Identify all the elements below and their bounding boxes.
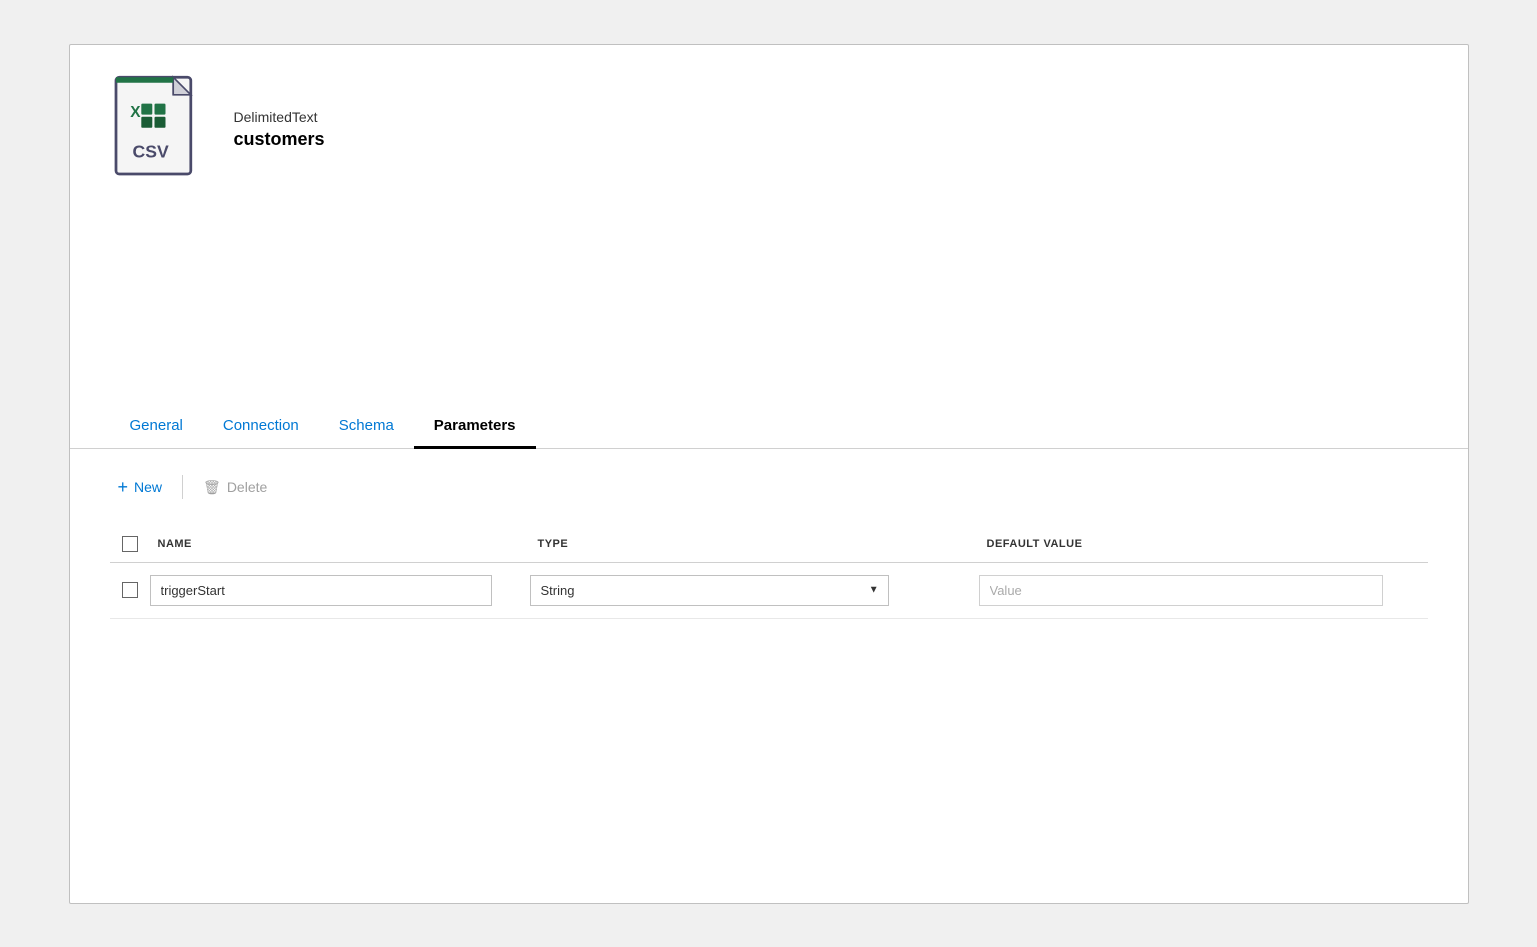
delete-button-label: Delete — [227, 479, 267, 495]
col-header-type: TYPE — [530, 534, 979, 554]
type-select-container: String Integer Float Boolean Array Objec… — [530, 575, 889, 606]
dataset-type: DelimitedText — [234, 109, 325, 125]
header-section: X CSV DelimitedText customers — [70, 45, 1468, 205]
header-text: DelimitedText customers — [234, 109, 325, 150]
dataset-name: customers — [234, 129, 325, 150]
tab-schema[interactable]: Schema — [319, 405, 414, 449]
tab-general[interactable]: General — [110, 405, 203, 449]
toolbar-divider — [182, 475, 183, 499]
tab-parameters[interactable]: Parameters — [414, 405, 536, 449]
trash-icon: 🗑 — [203, 479, 221, 496]
new-button[interactable]: + New — [110, 473, 171, 502]
row-name-cell — [150, 575, 530, 606]
tabs-section: General Connection Schema Parameters — [70, 405, 1468, 449]
table-header: NAME TYPE DEFAULT VALUE — [110, 526, 1428, 563]
svg-text:CSV: CSV — [132, 141, 168, 161]
new-button-label: New — [134, 479, 162, 495]
name-input[interactable] — [150, 575, 492, 606]
row-checkbox[interactable] — [122, 582, 138, 598]
tab-connection[interactable]: Connection — [203, 405, 319, 449]
col-header-name: NAME — [150, 534, 530, 554]
plus-icon: + — [118, 477, 129, 498]
svg-text:X: X — [130, 103, 141, 120]
csv-icon: X CSV — [110, 75, 210, 185]
row-type-cell: String Integer Float Boolean Array Objec… — [530, 575, 979, 606]
header-checkbox-cell — [110, 534, 150, 554]
content-section: + New 🗑 Delete NAME TYPE DEFAULT VALUE — [70, 449, 1468, 903]
toolbar: + New 🗑 Delete — [110, 473, 1428, 502]
select-all-checkbox[interactable] — [122, 536, 138, 552]
default-value-input[interactable] — [979, 575, 1383, 606]
col-header-default: DEFAULT VALUE — [979, 534, 1428, 554]
table-row: String Integer Float Boolean Array Objec… — [110, 563, 1428, 619]
delete-button[interactable]: 🗑 Delete — [195, 475, 275, 500]
type-select[interactable]: String Integer Float Boolean Array Objec… — [530, 575, 889, 606]
row-default-cell — [979, 575, 1428, 606]
parameters-table: NAME TYPE DEFAULT VALUE String Integer — [110, 526, 1428, 619]
main-window: X CSV DelimitedText customers General Co… — [69, 44, 1469, 904]
row-checkbox-cell — [110, 582, 150, 598]
